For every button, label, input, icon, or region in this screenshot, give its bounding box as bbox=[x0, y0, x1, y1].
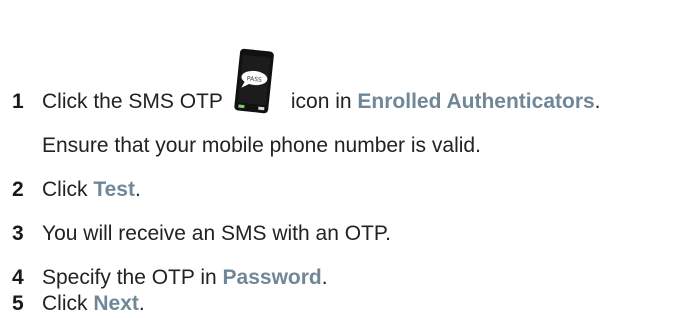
step-text: You will receive an SMS with an OTP. bbox=[42, 222, 392, 245]
step-text-after: . bbox=[594, 90, 601, 113]
sms-otp-phone-icon: PASS bbox=[227, 48, 285, 116]
step-text-before: Specify the OTP in bbox=[42, 266, 217, 289]
step-text-before: Click bbox=[42, 178, 88, 201]
step-text-before: Click the SMS OTP bbox=[42, 90, 223, 113]
step-note: Ensure that your mobile phone number is … bbox=[42, 134, 481, 157]
step-text: Click the SMS OTP PASS icon in Enrolled … bbox=[42, 48, 601, 116]
step-text-middle: icon in bbox=[290, 90, 352, 113]
ui-label-test: Test bbox=[93, 178, 135, 201]
step-text-after: . bbox=[134, 178, 141, 201]
step-text: Click Test. bbox=[42, 176, 141, 204]
ui-label-next: Next bbox=[93, 292, 139, 315]
step-text: Specify the OTP in Password. bbox=[42, 264, 328, 292]
step-number: 5 bbox=[12, 292, 24, 315]
step-number: 4 bbox=[12, 266, 24, 289]
step-number: 2 bbox=[12, 178, 24, 201]
step-text: Click Next. bbox=[42, 290, 145, 318]
step-text-before: Click bbox=[42, 292, 88, 315]
step-number: 3 bbox=[12, 222, 24, 245]
step-text-after: . bbox=[138, 292, 145, 315]
step-text-after: . bbox=[321, 266, 328, 289]
step-number: 1 bbox=[12, 90, 24, 113]
ui-label-password: Password bbox=[222, 266, 322, 289]
ui-label-enrolled-authenticators: Enrolled Authenticators bbox=[357, 90, 595, 113]
